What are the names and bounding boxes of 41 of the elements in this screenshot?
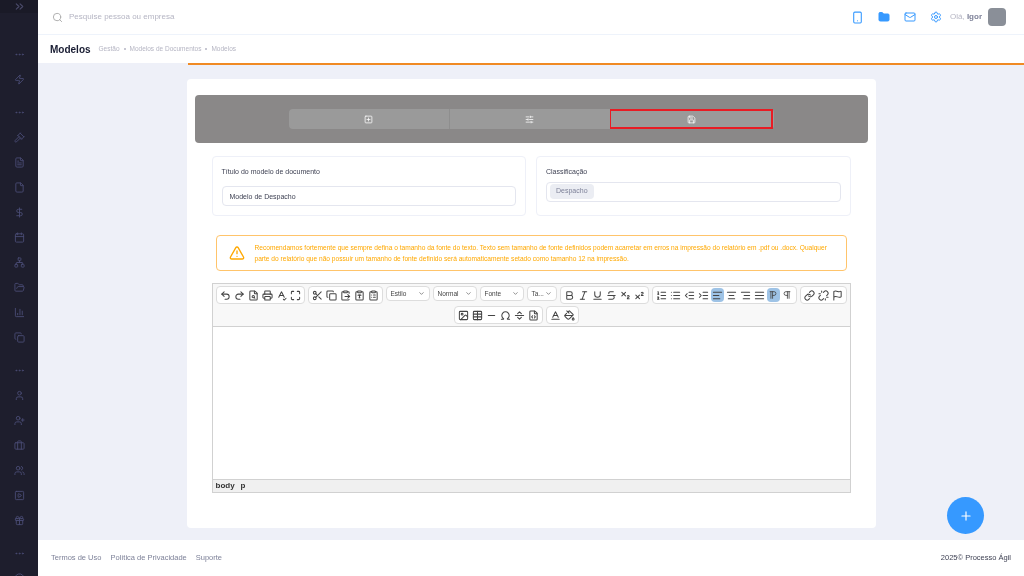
search-icon — [52, 11, 63, 23]
template-icon[interactable] — [526, 308, 540, 322]
user-greeting: Olá, Igor — [950, 11, 982, 23]
plus-square-icon — [364, 114, 374, 124]
copy-icon[interactable] — [324, 288, 338, 302]
flag-icon[interactable] — [830, 288, 844, 302]
caret-icon — [511, 290, 519, 297]
maximize-icon[interactable] — [288, 288, 302, 302]
paste-icon[interactable] — [338, 288, 352, 302]
rtl-icon[interactable] — [780, 288, 794, 302]
align-left-icon[interactable] — [710, 288, 724, 302]
omega-icon[interactable] — [498, 308, 512, 322]
caret-icon — [464, 290, 472, 297]
redo-icon[interactable] — [232, 288, 246, 302]
page-title: Modelos — [50, 42, 91, 57]
strikethrough-icon[interactable] — [604, 288, 618, 302]
caret-icon — [544, 290, 552, 297]
underline-icon[interactable] — [590, 288, 604, 302]
unlink-icon[interactable] — [816, 288, 830, 302]
add-button[interactable] — [947, 497, 984, 534]
ordered-list-icon[interactable] — [654, 288, 668, 302]
page-break-icon[interactable] — [512, 308, 526, 322]
text-color-icon[interactable] — [548, 308, 562, 322]
ltr-icon[interactable] — [766, 288, 780, 302]
warning-icon — [228, 245, 245, 261]
plus-icon — [958, 508, 973, 523]
image-icon[interactable] — [456, 308, 470, 322]
undo-icon[interactable] — [218, 288, 232, 302]
sliders-icon — [525, 114, 535, 124]
cut-icon[interactable] — [310, 288, 324, 302]
preview-icon[interactable] — [246, 288, 260, 302]
paste-text-icon[interactable] — [352, 288, 366, 302]
folder-icon[interactable] — [878, 11, 890, 23]
table-icon[interactable] — [470, 308, 484, 322]
paste-word-icon[interactable] — [366, 288, 380, 302]
element-path-item[interactable]: p — [240, 480, 246, 492]
element-path-item[interactable]: body — [215, 480, 235, 492]
print-icon[interactable] — [260, 288, 274, 302]
save-icon — [686, 114, 696, 124]
caret-icon — [417, 290, 425, 297]
link-icon[interactable] — [802, 288, 816, 302]
